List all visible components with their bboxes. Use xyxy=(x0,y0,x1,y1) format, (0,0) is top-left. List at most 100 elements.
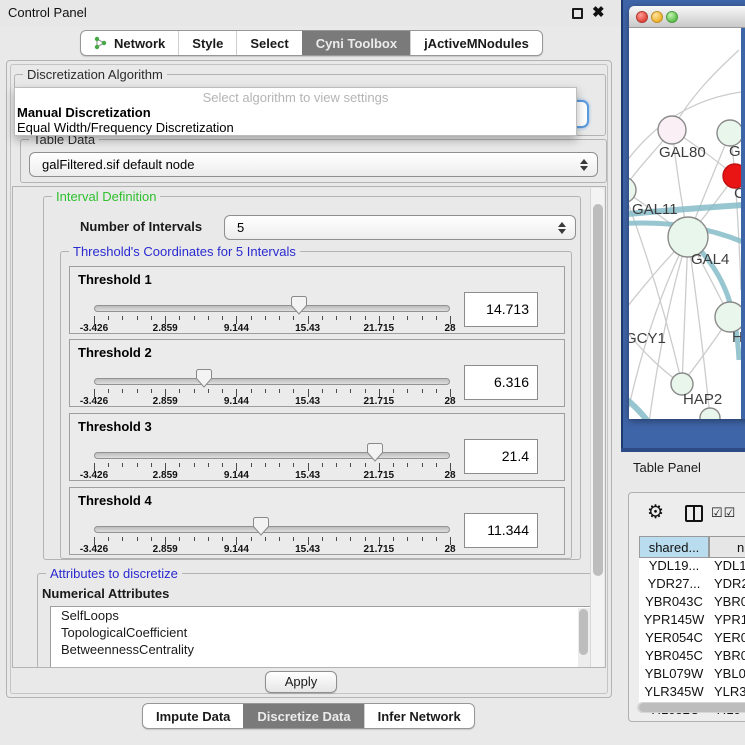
cell-shared-name: YBL079W xyxy=(639,666,709,681)
threshold-row-2: Threshold 2-3.4262.8599.14415.4321.71528… xyxy=(69,339,565,407)
algorithm-option-manual-discretization[interactable]: Manual Discretization xyxy=(17,105,151,120)
slider-tick xyxy=(194,537,195,541)
tab-cyni-toolbox-label: Cyni Toolbox xyxy=(316,36,397,51)
gear-icon[interactable]: ⚙ xyxy=(647,501,664,524)
mac-minimize-icon[interactable] xyxy=(651,11,663,23)
attribute-item-selfloops[interactable]: SelfLoops xyxy=(51,607,591,624)
close-icon[interactable]: ✖ xyxy=(592,3,605,21)
tab-style[interactable]: Style xyxy=(178,31,236,55)
select-columns-icons[interactable]: ☑☑ xyxy=(711,505,736,521)
slider-tick xyxy=(122,316,123,320)
threshold-slider-thumb[interactable] xyxy=(367,443,383,462)
slider-tick xyxy=(108,389,109,393)
slider-tick xyxy=(422,316,423,320)
slider-tick xyxy=(336,463,337,467)
slider-tick xyxy=(122,389,123,393)
cell-shared-name: YLR345W xyxy=(639,684,709,699)
threshold-slider-thumb[interactable] xyxy=(196,369,212,388)
threshold-value-field[interactable]: 14.713 xyxy=(464,292,538,327)
tab-cyni-toolbox[interactable]: Cyni Toolbox xyxy=(302,31,410,55)
float-window-icon[interactable] xyxy=(572,8,583,19)
slider-tick xyxy=(194,316,195,320)
attribute-item-topologicalcoefficient[interactable]: TopologicalCoefficient xyxy=(51,624,591,641)
slider-tick xyxy=(122,537,123,541)
table-row[interactable]: YDR27...YDR2 xyxy=(639,576,745,594)
slider-tick-label: 15.43 xyxy=(295,470,320,481)
slider-tick xyxy=(265,537,266,541)
threshold-slider-thumb[interactable] xyxy=(253,517,269,536)
column-header-name[interactable]: n xyxy=(709,536,745,558)
cell-name: YPR1 xyxy=(709,612,745,627)
slider-tick-label: 21.715 xyxy=(364,396,395,407)
slider-tick xyxy=(322,389,323,393)
slider-tick xyxy=(108,316,109,320)
network-node-gal80[interactable] xyxy=(658,116,686,144)
mac-zoom-icon[interactable] xyxy=(666,11,678,23)
threshold-value-field[interactable]: 11.344 xyxy=(464,513,538,548)
slider-tick-label: -3.426 xyxy=(80,396,108,407)
slider-tick-label: 2.859 xyxy=(153,323,178,334)
network-node-h[interactable] xyxy=(715,302,741,332)
slider-tick xyxy=(336,389,337,393)
cell-shared-name: YBR043C xyxy=(639,594,709,609)
table-data-combobox[interactable]: galFiltered.sif default node xyxy=(29,152,598,177)
threshold-slider-track[interactable] xyxy=(94,452,450,459)
network-node[interactable] xyxy=(700,408,720,419)
threshold-value-field[interactable]: 6.316 xyxy=(464,365,538,400)
number-of-intervals-spinner[interactable]: 5 xyxy=(224,215,576,240)
table-row[interactable]: YBL079WYBL0 xyxy=(639,666,745,684)
slider-tick xyxy=(422,463,423,467)
apply-button[interactable]: Apply xyxy=(265,671,337,693)
tab-jactivemnodules[interactable]: jActiveMNodules xyxy=(410,31,542,55)
slider-tick-label: 9.144 xyxy=(224,544,249,555)
network-edge-weighted xyxy=(629,390,664,419)
slider-tick xyxy=(208,316,209,320)
cell-shared-name: YDR27... xyxy=(639,576,709,591)
tab-select[interactable]: Select xyxy=(236,31,301,55)
slider-tick xyxy=(279,316,280,320)
table-row[interactable]: YDL19...YDL1 xyxy=(639,558,745,576)
cell-name: YBR0 xyxy=(709,648,745,663)
table-row[interactable]: YER054CYER0 xyxy=(639,630,745,648)
network-window-titlebar[interactable] xyxy=(629,6,745,28)
threshold-value-field[interactable]: 21.4 xyxy=(464,439,538,474)
mac-close-icon[interactable] xyxy=(636,11,648,23)
threshold-slider-track[interactable] xyxy=(94,378,450,385)
slider-tick-label: -3.426 xyxy=(80,323,108,334)
tab-discretize-data[interactable]: Discretize Data xyxy=(243,704,363,728)
threshold-slider-track[interactable] xyxy=(94,305,450,312)
tab-infer-network[interactable]: Infer Network xyxy=(364,704,474,728)
table-row[interactable]: YPR145WYPR1 xyxy=(639,612,745,630)
node-attribute-table[interactable]: shared... n YDL19...YDL1YDR27...YDR2YBR0… xyxy=(639,536,745,711)
attributes-list-scrollbar[interactable] xyxy=(578,608,590,668)
slider-tick xyxy=(365,389,366,393)
tab-infer-network-label: Infer Network xyxy=(378,709,461,724)
slider-tick xyxy=(179,389,180,393)
tab-impute-data[interactable]: Impute Data xyxy=(143,704,243,728)
algorithm-option-equal-width-frequency-discretization[interactable]: Equal Width/Frequency Discretization xyxy=(17,120,234,135)
slider-tick xyxy=(137,389,138,393)
threshold-slider-track[interactable] xyxy=(94,526,450,533)
slider-tick xyxy=(422,537,423,541)
network-icon xyxy=(94,36,108,50)
slider-tick xyxy=(137,463,138,467)
slider-tick xyxy=(407,463,408,467)
columns-icon[interactable] xyxy=(685,505,703,522)
network-edge xyxy=(672,50,739,130)
table-row[interactable]: YBR043CYBR0 xyxy=(639,594,745,612)
settings-panel-scrollbar[interactable] xyxy=(590,188,604,668)
desktop-area: GAL80GACGAL11GAL4GCY1HHAP2 Table Panel ⚙… xyxy=(621,0,745,745)
table-row[interactable]: YLR345WYLR3 xyxy=(639,684,745,702)
column-header-shared[interactable]: shared... xyxy=(639,536,709,558)
network-node-gal11[interactable] xyxy=(629,177,636,203)
slider-tick xyxy=(194,463,195,467)
slider-tick xyxy=(251,316,252,320)
network-canvas[interactable]: GAL80GACGAL11GAL4GCY1HHAP2 xyxy=(629,28,741,419)
tab-network[interactable]: Network xyxy=(81,31,178,55)
threshold-slider-thumb[interactable] xyxy=(291,296,307,315)
numerical-attributes-list[interactable]: SelfLoopsTopologicalCoefficientBetweenne… xyxy=(50,606,592,668)
table-row[interactable]: YBR045CYBR0 xyxy=(639,648,745,666)
attribute-item-betweennesscentrality[interactable]: BetweennessCentrality xyxy=(51,641,591,658)
table-horizontal-scrollbar[interactable] xyxy=(637,702,745,713)
node-label-c: C xyxy=(734,185,741,202)
